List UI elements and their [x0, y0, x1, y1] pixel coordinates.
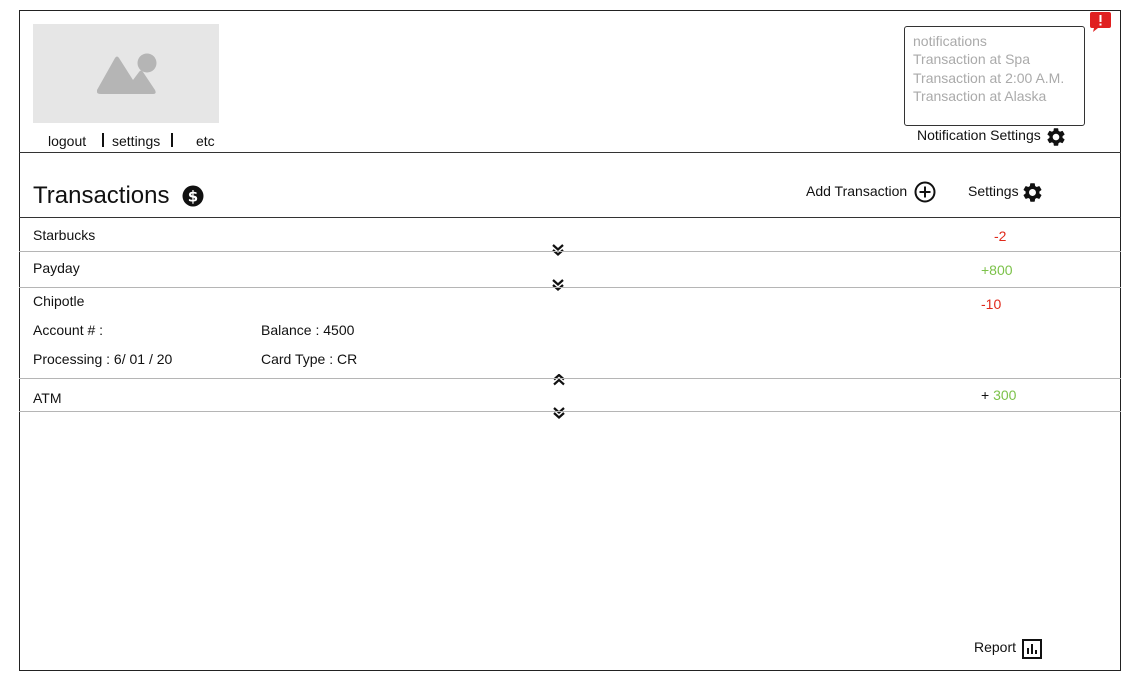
account-number: Account # : — [33, 322, 104, 338]
card-type: Card Type : CR — [261, 351, 358, 367]
add-circle-icon[interactable] — [914, 181, 936, 203]
nav-divider — [102, 133, 104, 147]
amount-sign: + — [981, 387, 990, 403]
chevron-double-down-icon[interactable] — [552, 244, 564, 256]
transaction-amount: + 300 — [981, 387, 1016, 403]
gear-icon[interactable] — [1045, 126, 1067, 148]
page-title: Transactions — [33, 182, 170, 209]
row-divider — [19, 411, 1121, 412]
chevron-double-up-icon[interactable] — [553, 374, 565, 386]
notifications-panel[interactable]: notifications Transaction at Spa Transac… — [904, 26, 1085, 126]
row-divider — [19, 287, 1121, 288]
row-divider — [19, 378, 1121, 379]
logo-placeholder — [33, 24, 219, 123]
notification-item[interactable]: Transaction at 2:00 A.M. — [913, 69, 1076, 87]
dollar-icon: $ — [182, 185, 204, 207]
logout-link[interactable]: logout — [48, 133, 86, 149]
add-transaction-label[interactable]: Add Transaction — [806, 183, 907, 199]
row-divider — [19, 251, 1121, 252]
notification-item[interactable]: Transaction at Spa — [913, 50, 1076, 68]
transaction-name[interactable]: ATM — [33, 390, 62, 406]
report-link[interactable]: Report — [974, 639, 1016, 655]
notification-item[interactable]: Transaction at Alaska — [913, 87, 1076, 105]
transactions-settings-label[interactable]: Settings — [968, 183, 1019, 199]
title-divider — [19, 217, 1121, 218]
chevron-double-down-icon[interactable] — [553, 407, 565, 419]
etc-link[interactable]: etc — [196, 133, 215, 149]
nav-divider — [171, 133, 173, 147]
alert-icon[interactable] — [1090, 12, 1111, 32]
transaction-name[interactable]: Starbucks — [33, 227, 95, 243]
bar-chart-icon[interactable] — [1022, 639, 1042, 659]
transaction-name[interactable]: Chipotle — [33, 293, 84, 309]
amount-value: 300 — [993, 387, 1017, 403]
svg-text:$: $ — [188, 188, 198, 206]
balance: Balance : 4500 — [261, 322, 355, 338]
header-divider — [19, 152, 1121, 153]
settings-link[interactable]: settings — [112, 133, 160, 149]
transaction-amount: -2 — [994, 228, 1007, 244]
transaction-name[interactable]: Payday — [33, 260, 80, 276]
notification-settings-link[interactable]: Notification Settings — [917, 127, 1041, 143]
processing-date: Processing : 6/ 01 / 20 — [33, 351, 173, 367]
image-placeholder-icon — [97, 53, 157, 94]
gear-icon[interactable] — [1021, 181, 1044, 204]
chevron-double-down-icon[interactable] — [552, 279, 564, 291]
notifications-header: notifications — [913, 33, 987, 49]
transaction-amount: +800 — [981, 262, 1013, 278]
transaction-amount: -10 — [981, 296, 1002, 312]
